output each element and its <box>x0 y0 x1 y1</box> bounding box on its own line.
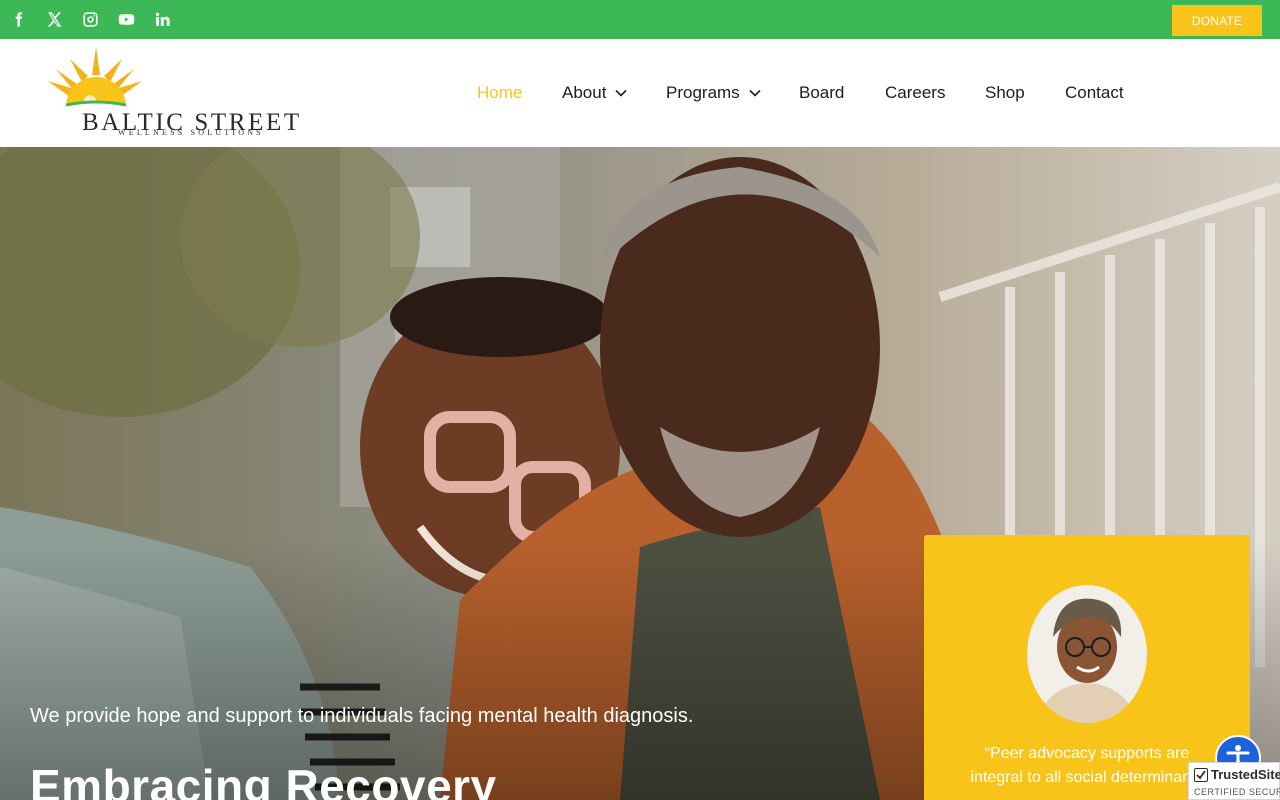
x-twitter-icon[interactable] <box>42 0 66 39</box>
instagram-icon[interactable] <box>78 0 102 39</box>
donate-button[interactable]: DONATE <box>1172 5 1262 36</box>
nav-board-label: Board <box>799 83 845 102</box>
testimonial-avatar <box>1027 585 1147 723</box>
nav-programs-label: Programs <box>666 83 740 102</box>
hero-section: We provide hope and support to individua… <box>0 147 1280 800</box>
nav-home[interactable]: Home <box>477 39 522 147</box>
logo-subtitle: WELLNESS SOLUTIONS <box>118 128 264 137</box>
nav-contact-label: Contact <box>1065 83 1124 102</box>
nav-careers-label: Careers <box>885 83 946 102</box>
nav-about-label: About <box>562 83 607 102</box>
trustedsite-subtitle: CERTIFIED SECURE <box>1194 787 1280 797</box>
trustedsite-name: TrustedSite <box>1211 767 1280 782</box>
nav-about[interactable]: About <box>562 39 628 147</box>
nav-shop[interactable]: Shop <box>985 39 1025 147</box>
testimonial-card: “Peer advocacy supports are integral to … <box>924 535 1250 800</box>
nav-board[interactable]: Board <box>799 39 844 147</box>
trustedsite-badge[interactable]: TrustedSite CERTIFIED SECURE <box>1188 762 1280 800</box>
hero-tagline: We provide hope and support to individua… <box>30 705 694 727</box>
hero-title: Embracing Recovery <box>30 760 497 800</box>
nav-contact[interactable]: Contact <box>1065 39 1124 147</box>
check-icon <box>1194 768 1208 782</box>
nav-home-label: Home <box>477 83 523 102</box>
nav-programs[interactable]: Programs <box>666 39 761 147</box>
chevron-down-icon <box>749 89 761 97</box>
top-bar: DONATE <box>0 0 1280 39</box>
facebook-icon[interactable] <box>6 0 30 39</box>
site-logo[interactable]: BALTIC STREET WELLNESS SOLUTIONS <box>30 45 299 137</box>
chevron-down-icon <box>615 89 628 97</box>
linkedin-icon[interactable] <box>150 0 174 39</box>
nav-careers[interactable]: Careers <box>885 39 945 147</box>
testimonial-quote: “Peer advocacy supports are integral to … <box>970 745 1204 786</box>
youtube-icon[interactable] <box>114 0 138 39</box>
nav-shop-label: Shop <box>985 83 1025 102</box>
